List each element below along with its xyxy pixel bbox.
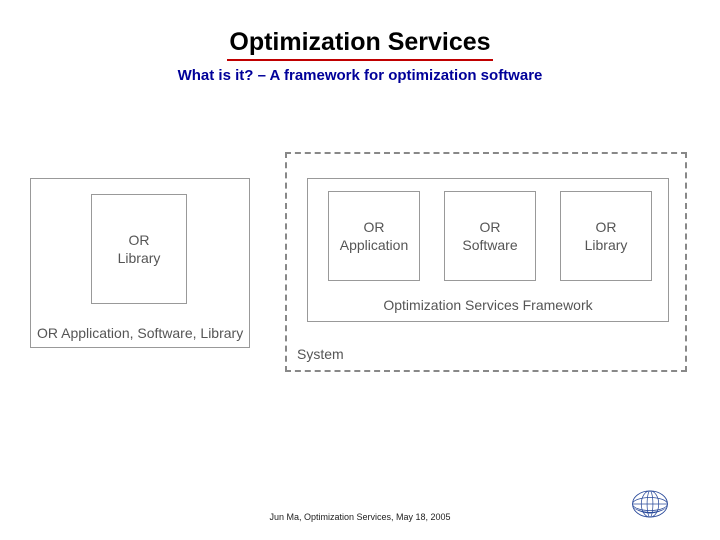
or-library-box: OR Library [560,191,652,281]
page-subtitle: What is it? – A framework for optimizati… [0,67,720,84]
title-block: Optimization Services What is it? – A fr… [0,0,720,84]
or-library-label: OR Library [585,218,628,254]
or-application-label: OR Application [340,218,409,254]
left-inner-label: OR Library [118,231,161,267]
page-title: Optimization Services [227,28,492,61]
or-software-label: OR Software [462,218,517,254]
footer-text: Jun Ma, Optimization Services, May 18, 2… [0,512,720,522]
diagram-area: OR Library OR Application, Software, Lib… [30,148,690,378]
framework-box: OR Application OR Software OR Library Op… [307,178,669,322]
or-software-box: OR Software [444,191,536,281]
or-application-box: OR Application [328,191,420,281]
left-outer-box: OR Library OR Application, Software, Lib… [30,178,250,348]
left-outer-label: OR Application, Software, Library [37,325,243,341]
globe-logo-icon [628,488,672,520]
framework-label: Optimization Services Framework [308,297,668,313]
system-label: System [297,346,344,362]
system-dashed-box: OR Application OR Software OR Library Op… [285,152,687,372]
left-inner-box: OR Library [91,194,187,304]
